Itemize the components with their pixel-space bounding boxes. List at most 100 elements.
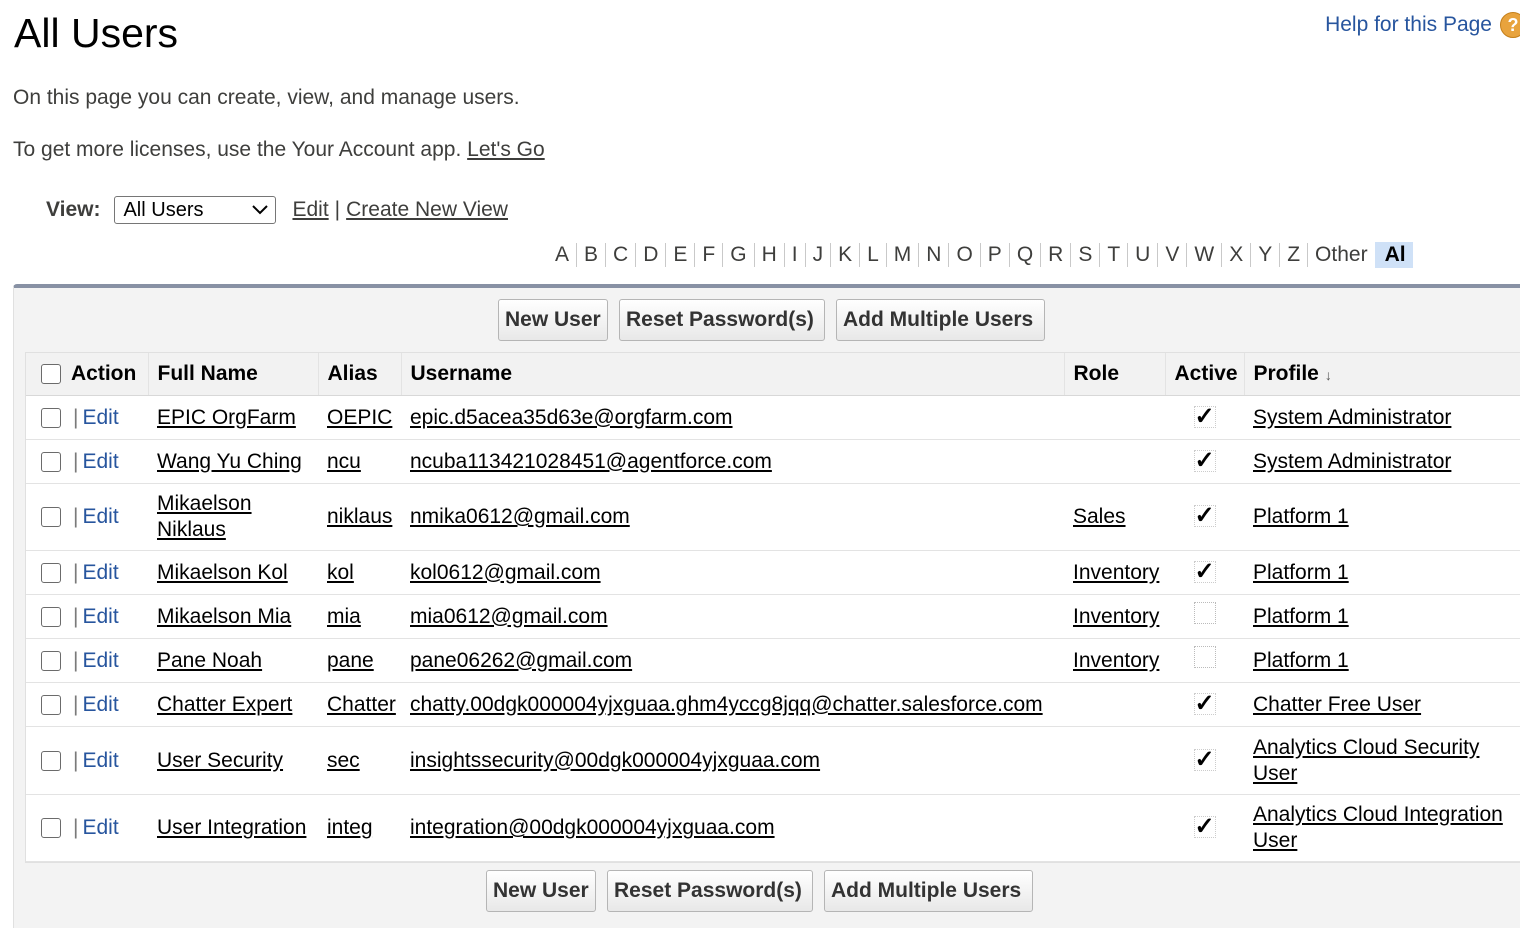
full-name-link[interactable]: Mikaelson Niklaus xyxy=(157,492,252,541)
alias-link[interactable]: ncu xyxy=(327,450,361,473)
edit-user-link[interactable]: Edit xyxy=(82,649,118,672)
alphabet-letter[interactable]: G xyxy=(723,243,755,267)
profile-link[interactable]: Analytics Cloud Security User xyxy=(1253,736,1479,785)
header-role[interactable]: Role xyxy=(1064,353,1166,396)
alias-link[interactable]: mia xyxy=(327,605,361,628)
full-name-link[interactable]: EPIC OrgFarm xyxy=(157,406,296,429)
alias-link[interactable]: integ xyxy=(327,816,373,839)
full-name-link[interactable]: Mikaelson Mia xyxy=(157,605,291,628)
alphabet-letter[interactable]: A xyxy=(548,243,578,267)
profile-link[interactable]: Analytics Cloud Integration User xyxy=(1253,803,1503,852)
alphabet-letter[interactable]: N xyxy=(919,243,950,267)
create-new-view-link[interactable]: Create New View xyxy=(346,198,508,222)
help-icon[interactable]: ? xyxy=(1500,12,1520,38)
edit-user-link[interactable]: Edit xyxy=(82,505,118,528)
alphabet-letter[interactable]: M xyxy=(887,243,920,267)
edit-user-link[interactable]: Edit xyxy=(82,561,118,584)
alphabet-all-selected[interactable]: Al xyxy=(1374,242,1413,268)
profile-link[interactable]: Platform 1 xyxy=(1253,505,1349,528)
username-link[interactable]: integration@00dgk000004yjxguaa.com xyxy=(410,816,775,839)
alias-link[interactable]: kol xyxy=(327,561,354,584)
alias-link[interactable]: Chatter xyxy=(327,693,396,716)
row-checkbox[interactable] xyxy=(41,606,61,627)
username-link[interactable]: mia0612@gmail.com xyxy=(410,605,608,628)
alphabet-letter[interactable]: F xyxy=(695,243,724,267)
row-checkbox[interactable] xyxy=(41,507,61,528)
role-link[interactable]: Inventory xyxy=(1073,561,1159,584)
username-link[interactable]: pane06262@gmail.com xyxy=(410,649,632,672)
header-username[interactable]: Username xyxy=(401,353,1065,396)
alphabet-letter[interactable]: R xyxy=(1041,243,1072,267)
full-name-link[interactable]: Chatter Expert xyxy=(157,693,292,716)
alphabet-letter[interactable]: H xyxy=(755,243,785,267)
row-checkbox[interactable] xyxy=(41,407,61,428)
username-link[interactable]: insightssecurity@00dgk000004yjxguaa.com xyxy=(410,749,820,772)
help-link-area[interactable]: Help for this Page ? xyxy=(1325,12,1520,38)
full-name-link[interactable]: User Security xyxy=(157,749,283,772)
alphabet-letter[interactable]: K xyxy=(831,243,861,267)
profile-link[interactable]: Platform 1 xyxy=(1253,605,1349,628)
row-checkbox[interactable] xyxy=(41,650,61,671)
profile-link[interactable]: Platform 1 xyxy=(1253,649,1349,672)
profile-link[interactable]: System Administrator xyxy=(1253,406,1451,429)
username-link[interactable]: chatty.00dgk000004yjxguaa.ghm4yccg8jqq@c… xyxy=(410,693,1043,716)
alphabet-letter[interactable]: Other xyxy=(1308,243,1375,267)
reset-password-button-bottom[interactable]: Reset Password(s) xyxy=(607,870,813,912)
role-link[interactable]: Sales xyxy=(1073,505,1126,528)
profile-link[interactable]: Platform 1 xyxy=(1253,561,1349,584)
username-link[interactable]: ncuba113421028451@agentforce.com xyxy=(410,450,772,473)
alias-link[interactable]: niklaus xyxy=(327,505,392,528)
row-checkbox[interactable] xyxy=(41,750,61,771)
edit-user-link[interactable]: Edit xyxy=(82,816,118,839)
edit-user-link[interactable]: Edit xyxy=(82,605,118,628)
header-alias[interactable]: Alias xyxy=(318,353,402,396)
alias-link[interactable]: sec xyxy=(327,749,360,772)
username-link[interactable]: nmika0612@gmail.com xyxy=(410,505,630,528)
row-checkbox[interactable] xyxy=(41,818,61,839)
edit-user-link[interactable]: Edit xyxy=(82,749,118,772)
alphabet-letter[interactable]: S xyxy=(1071,243,1101,267)
alphabet-letter[interactable]: O xyxy=(949,243,981,267)
alphabet-letter[interactable]: U xyxy=(1128,243,1159,267)
select-all-checkbox[interactable] xyxy=(41,364,61,385)
edit-view-link[interactable]: Edit xyxy=(292,198,328,222)
header-active[interactable]: Active xyxy=(1165,353,1245,396)
username-link[interactable]: epic.d5acea35d63e@orgfarm.com xyxy=(410,406,733,429)
alphabet-letter[interactable]: C xyxy=(606,243,637,267)
row-checkbox[interactable] xyxy=(41,694,61,715)
header-full-name[interactable]: Full Name xyxy=(148,353,319,396)
role-link[interactable]: Inventory xyxy=(1073,605,1159,628)
alias-link[interactable]: OEPIC xyxy=(327,406,392,429)
username-link[interactable]: kol0612@gmail.com xyxy=(410,561,601,584)
alphabet-letter[interactable]: L xyxy=(860,243,887,267)
full-name-link[interactable]: Mikaelson Kol xyxy=(157,561,288,584)
alphabet-letter[interactable]: T xyxy=(1100,243,1129,267)
profile-link[interactable]: Chatter Free User xyxy=(1253,693,1421,716)
full-name-link[interactable]: User Integration xyxy=(157,816,306,839)
alias-link[interactable]: pane xyxy=(327,649,374,672)
reset-password-button[interactable]: Reset Password(s) xyxy=(619,299,825,341)
row-checkbox[interactable] xyxy=(41,562,61,583)
alphabet-letter[interactable]: E xyxy=(666,243,696,267)
edit-user-link[interactable]: Edit xyxy=(82,450,118,473)
alphabet-letter[interactable]: J xyxy=(806,243,832,267)
alphabet-letter[interactable]: W xyxy=(1187,243,1223,267)
alphabet-letter[interactable]: B xyxy=(577,243,607,267)
header-profile[interactable]: Profile ↓ xyxy=(1244,353,1520,396)
profile-link[interactable]: System Administrator xyxy=(1253,450,1451,473)
help-link[interactable]: Help for this Page xyxy=(1325,13,1492,37)
alphabet-letter[interactable]: D xyxy=(636,243,667,267)
edit-user-link[interactable]: Edit xyxy=(82,693,118,716)
lets-go-link[interactable]: Let's Go xyxy=(467,138,545,161)
view-select[interactable]: All Users xyxy=(114,196,277,224)
alphabet-letter[interactable]: I xyxy=(785,243,806,267)
new-user-button[interactable]: New User xyxy=(498,299,608,341)
alphabet-letter[interactable]: X xyxy=(1222,243,1252,267)
alphabet-letter[interactable]: Y xyxy=(1251,243,1281,267)
full-name-link[interactable]: Pane Noah xyxy=(157,649,262,672)
alphabet-letter[interactable]: Z xyxy=(1280,243,1309,267)
edit-user-link[interactable]: Edit xyxy=(82,406,118,429)
alphabet-letter[interactable]: V xyxy=(1158,243,1188,267)
role-link[interactable]: Inventory xyxy=(1073,649,1159,672)
full-name-link[interactable]: Wang Yu Ching xyxy=(157,450,302,473)
